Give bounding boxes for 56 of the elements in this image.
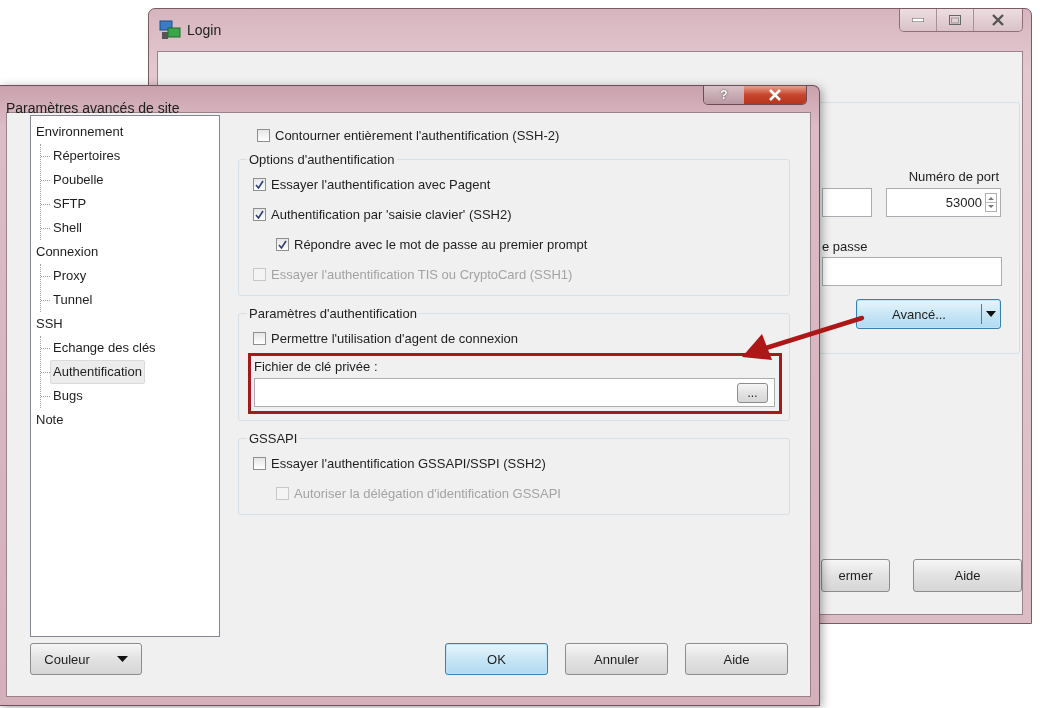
tree-item[interactable]: SSH — [33, 312, 66, 336]
maximize-icon[interactable] — [936, 9, 973, 31]
tree-item[interactable]: Environnement — [33, 120, 127, 144]
password-field[interactable] — [822, 257, 1002, 286]
input-field[interactable] — [822, 188, 872, 217]
checkbox[interactable] — [276, 237, 289, 251]
tree-item[interactable]: Note — [33, 408, 67, 432]
caret-icon[interactable] — [986, 311, 996, 317]
window-title: Login — [187, 22, 222, 38]
spinner-icon[interactable] — [985, 193, 997, 212]
caret-icon[interactable] — [116, 656, 128, 662]
checkbox-label: Essayer l'authentification GSSAPI/SSPI (SSH2) — [271, 455, 546, 471]
tree-item[interactable]: Shell — [50, 216, 85, 240]
close-icon[interactable] — [973, 9, 1022, 31]
window-title: Paramètres avancés de site — [6, 100, 180, 116]
tree-item[interactable]: Poubelle — [50, 168, 107, 192]
checkbox[interactable] — [253, 177, 266, 191]
help-button[interactable]: Aide — [685, 643, 788, 675]
checkbox[interactable] — [253, 207, 266, 221]
checkbox-label: Répondre avec le mot de passe au premier prompt — [294, 236, 588, 252]
tree-view[interactable]: Environnement Répertoires Poubelle SFTP Shell Connexion Proxy Tunnel SSH Echange des clés Authentification Bugs Note — [30, 115, 220, 637]
ok-button[interactable]: OK — [445, 643, 548, 675]
tree-item[interactable]: Echange des clés — [50, 336, 159, 360]
cancel-button[interactable]: Annuler — [565, 643, 668, 675]
checkbox-label: Permettre l'utilisation d'agent de connexion — [271, 330, 519, 346]
tree-item[interactable]: SFTP — [50, 192, 90, 216]
group-title: GSSAPI — [248, 431, 299, 446]
computer-icon — [159, 20, 181, 40]
field-label: Fichier de clé privée : — [254, 359, 379, 374]
file-path-field[interactable]: ... — [254, 378, 775, 407]
tree-item[interactable]: Proxy — [50, 264, 90, 288]
port-field[interactable]: 53000 — [885, 188, 1001, 217]
checkbox[interactable] — [253, 331, 266, 345]
group-title: Options d'authentification — [248, 152, 396, 167]
color-button[interactable]: Couleur — [30, 643, 142, 675]
tree-item[interactable]: Répertoires — [50, 144, 124, 168]
minimize-icon[interactable] — [900, 9, 936, 31]
checkbox-label: Essayer l'authentification TIS ou CryptoCard (SSH1) — [271, 266, 573, 282]
group-title: Paramètres d'authentification — [248, 306, 418, 321]
checkbox-label: Contourner entièrement l'authentification (SSH-2) — [275, 127, 560, 143]
field-label: Numéro de port — [908, 169, 999, 184]
checkbox[interactable] — [253, 456, 266, 470]
checkbox-label: Autoriser la délégation d'identification GSSAPI — [294, 485, 561, 501]
close-icon[interactable] — [744, 86, 806, 104]
tree-item[interactable]: Bugs — [50, 384, 86, 408]
close-button[interactable]: ermer — [821, 559, 891, 592]
checkbox-label: Essayer l'authentification avec Pagent — [271, 176, 491, 192]
tree-item[interactable]: Tunnel — [50, 288, 96, 312]
checkbox[interactable] — [257, 128, 270, 142]
advanced-button[interactable]: Avancé... — [856, 299, 1001, 329]
tree-item[interactable]: Authentification — [50, 360, 145, 384]
field-label: e passe — [822, 239, 869, 254]
checkbox-label: Authentification par 'saisie clavier' (SSH2) — [271, 206, 512, 222]
browse-button[interactable]: ... — [737, 382, 768, 403]
tree-item[interactable]: Connexion — [33, 240, 102, 264]
help-button[interactable]: Aide — [913, 559, 1022, 592]
